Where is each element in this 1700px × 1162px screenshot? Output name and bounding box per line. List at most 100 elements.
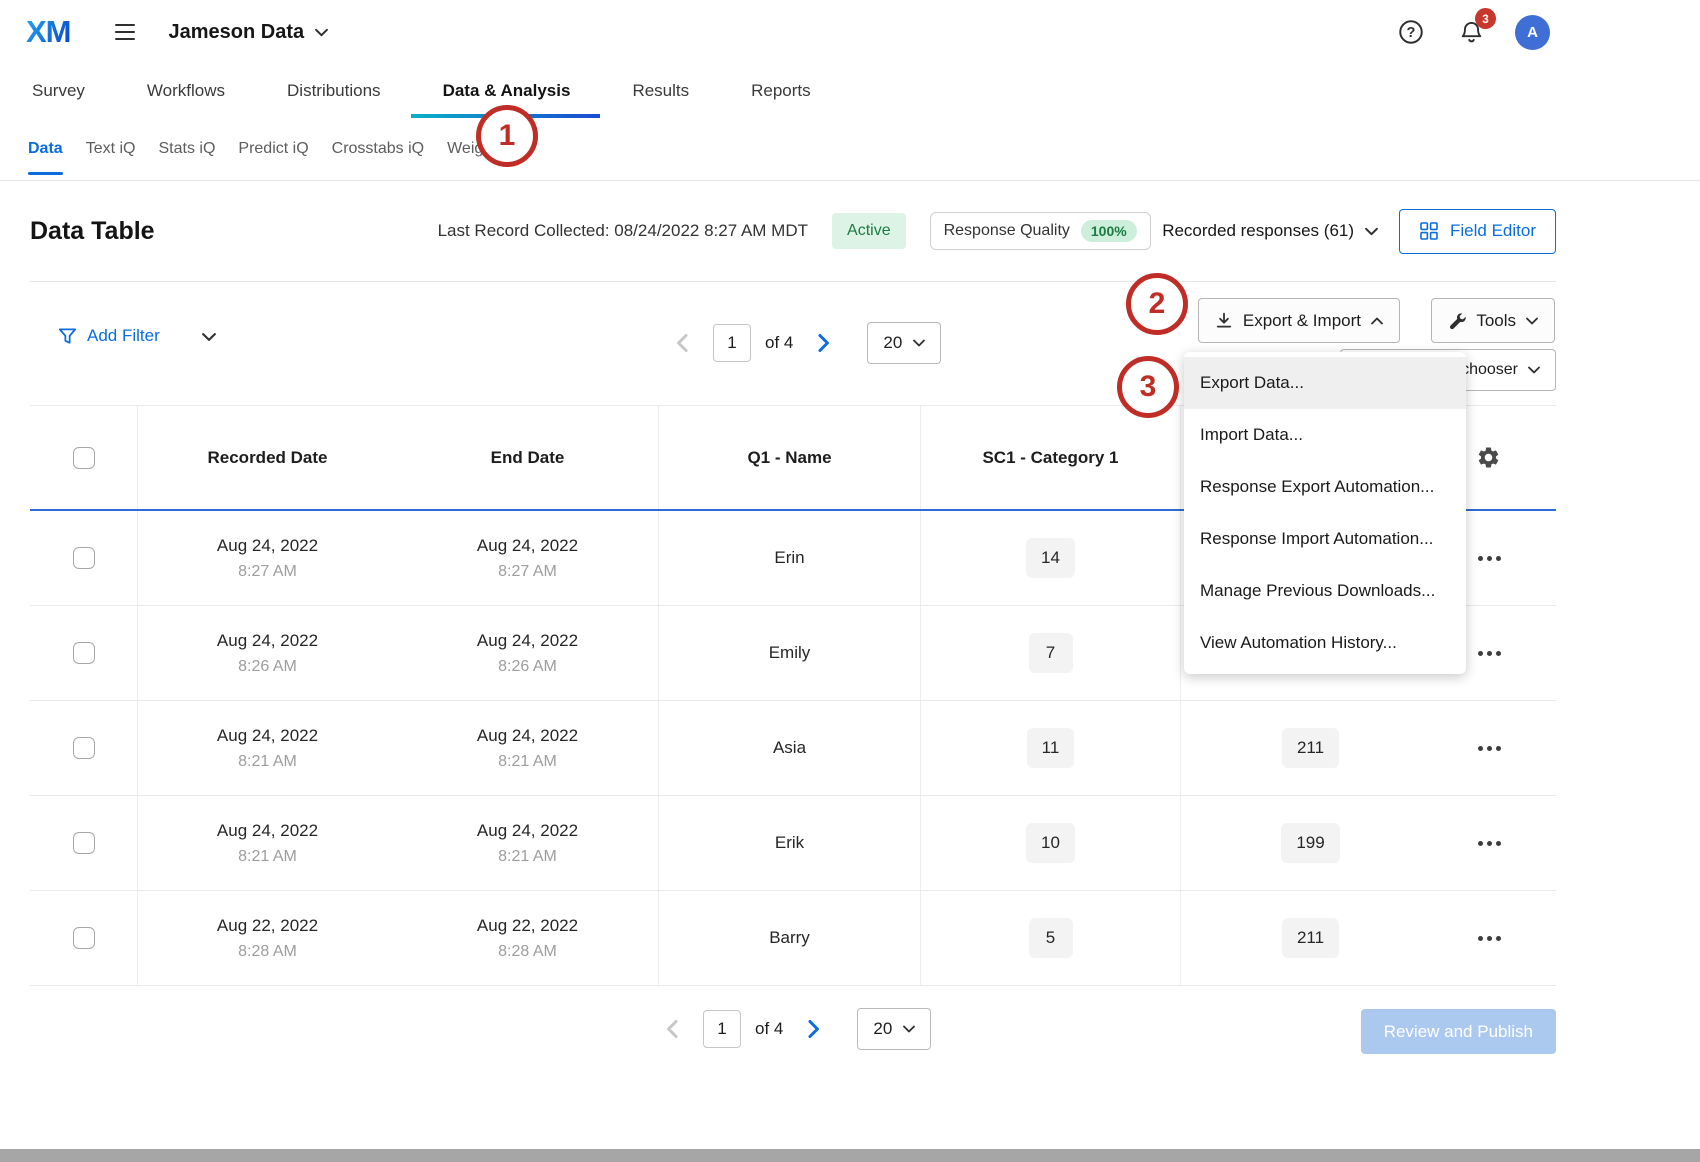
q1-name-value: Asia: [773, 738, 806, 758]
table-row: Aug 24, 2022 8:21 AM Aug 24, 2022 8:21 A…: [30, 796, 1556, 891]
tab-reports[interactable]: Reports: [751, 64, 811, 118]
chevron-down-icon: [315, 28, 328, 37]
tab-results[interactable]: Results: [632, 64, 689, 118]
column-header-sc1-category1: SC1 - Category 1: [982, 448, 1118, 468]
row-checkbox[interactable]: [73, 832, 95, 854]
end-time: 8:26 AM: [498, 658, 557, 676]
menu-item-manage-previous-downloads[interactable]: Manage Previous Downloads...: [1184, 565, 1466, 617]
page-size-value: 20: [883, 333, 902, 353]
subtab-data[interactable]: Data: [28, 118, 63, 180]
app-window: XM Jameson Data ?: [0, 0, 1700, 1162]
column-header-recorded-date: Recorded Date: [208, 448, 328, 468]
next-page-button[interactable]: [807, 326, 841, 360]
sub-nav: Data Text iQ Stats iQ Predict iQ Crossta…: [0, 118, 1700, 181]
row-actions-button[interactable]: [1476, 550, 1503, 567]
table-settings-button[interactable]: [1476, 445, 1501, 470]
menu-item-view-automation-history[interactable]: View Automation History...: [1184, 617, 1466, 669]
main-nav: Survey Workflows Distributions Data & An…: [0, 64, 1700, 118]
page-count-label: of 4: [755, 1019, 783, 1039]
recorded-time: 8:21 AM: [238, 753, 297, 771]
q1-name-value: Erik: [775, 833, 804, 853]
page-size-select[interactable]: 20: [857, 1008, 931, 1050]
chevron-down-icon: [903, 1025, 915, 1033]
subtab-crosstabs-iq[interactable]: Crosstabs iQ: [332, 118, 424, 180]
row-checkbox[interactable]: [73, 927, 95, 949]
sc1-category1-value: 14: [1026, 538, 1075, 578]
recorded-date: Aug 24, 2022: [217, 631, 318, 651]
sc1-category1-value: 10: [1026, 823, 1075, 863]
status-badge[interactable]: Active: [832, 213, 906, 249]
recorded-time: 8:28 AM: [238, 943, 297, 961]
page-number-input[interactable]: 1: [703, 1010, 741, 1048]
tools-button[interactable]: Tools: [1431, 298, 1555, 343]
annotation-step-1: 1: [476, 105, 538, 167]
page-header-actions: Recorded responses (61) Field Editor: [1162, 209, 1556, 254]
next-page-button[interactable]: [797, 1012, 831, 1046]
help-button[interactable]: ?: [1395, 16, 1427, 48]
q1-name-value: Erin: [774, 548, 804, 568]
last-record-collected: Last Record Collected: 08/24/2022 8:27 A…: [438, 221, 808, 241]
menu-item-import-data[interactable]: Import Data...: [1184, 409, 1466, 461]
top-pagination: 1 of 4 20: [665, 322, 941, 364]
bottom-edge-bar: [0, 1149, 1700, 1162]
help-icon: ?: [1407, 25, 1416, 41]
row-checkbox[interactable]: [73, 737, 95, 759]
menu-item-response-export-automation[interactable]: Response Export Automation...: [1184, 461, 1466, 513]
hamburger-menu-icon[interactable]: [111, 20, 139, 45]
top-bar-actions: ? 3 A: [1395, 15, 1550, 50]
column-header-q1-name: Q1 - Name: [747, 448, 831, 468]
column-header-end-date: End Date: [491, 448, 565, 468]
q1-name-value: Barry: [769, 928, 810, 948]
recorded-responses-dropdown[interactable]: Recorded responses (61): [1162, 221, 1378, 241]
chevron-down-icon: [1365, 227, 1378, 236]
wrench-icon: [1448, 312, 1466, 330]
sc1-category1-value: 5: [1029, 918, 1073, 958]
bottom-pagination: 1 of 4 20: [655, 1008, 931, 1050]
export-import-button[interactable]: Export & Import: [1198, 298, 1400, 343]
subtab-predict-iq[interactable]: Predict iQ: [238, 118, 308, 180]
row-checkbox[interactable]: [73, 547, 95, 569]
row-checkbox[interactable]: [73, 642, 95, 664]
xm-logo[interactable]: XM: [26, 14, 71, 50]
chevron-down-icon: [1526, 317, 1538, 325]
tab-workflows[interactable]: Workflows: [147, 64, 225, 118]
filter-options-chevron[interactable]: [202, 332, 216, 342]
recorded-time: 8:26 AM: [238, 658, 297, 676]
subtab-stats-iq[interactable]: Stats iQ: [158, 118, 215, 180]
project-name: Jameson Data: [169, 21, 305, 44]
add-filter-button[interactable]: Add Filter: [58, 326, 160, 346]
end-date: Aug 24, 2022: [477, 821, 578, 841]
review-and-publish-button[interactable]: Review and Publish: [1361, 1009, 1556, 1054]
notifications-button[interactable]: 3: [1455, 16, 1487, 48]
page-size-select[interactable]: 20: [867, 322, 941, 364]
table-row: Aug 24, 2022 8:21 AM Aug 24, 2022 8:21 A…: [30, 701, 1556, 796]
menu-item-response-import-automation[interactable]: Response Import Automation...: [1184, 513, 1466, 565]
page-number-input[interactable]: 1: [713, 324, 751, 362]
row-actions-button[interactable]: [1476, 645, 1503, 662]
tab-survey[interactable]: Survey: [32, 64, 85, 118]
menu-item-export-data[interactable]: Export Data...: [1184, 357, 1466, 409]
subtab-text-iq[interactable]: Text iQ: [86, 118, 136, 180]
end-time: 8:21 AM: [498, 753, 557, 771]
export-import-label: Export & Import: [1243, 311, 1361, 331]
annotation-step-3: 3: [1117, 356, 1179, 418]
prev-page-button[interactable]: [655, 1012, 689, 1046]
select-all-checkbox[interactable]: [73, 447, 95, 469]
page-size-value: 20: [873, 1019, 892, 1039]
field-editor-button[interactable]: Field Editor: [1399, 209, 1556, 254]
response-quality-pill[interactable]: Response Quality 100%: [930, 212, 1151, 250]
sc1-category2-value: 199: [1281, 823, 1339, 863]
prev-page-button[interactable]: [665, 326, 699, 360]
end-time: 8:27 AM: [498, 563, 557, 581]
chevron-up-icon: [1371, 317, 1383, 325]
response-quality-label: Response Quality: [944, 222, 1070, 240]
chevron-down-icon: [913, 339, 925, 347]
row-actions-button[interactable]: [1476, 835, 1503, 852]
project-switcher[interactable]: Jameson Data: [169, 21, 329, 44]
row-actions-button[interactable]: [1476, 930, 1503, 947]
sc1-category2-value: 211: [1282, 728, 1339, 768]
tab-distributions[interactable]: Distributions: [287, 64, 381, 118]
avatar[interactable]: A: [1515, 15, 1550, 50]
page-header-status: Last Record Collected: 08/24/2022 8:27 A…: [438, 212, 1151, 250]
row-actions-button[interactable]: [1476, 740, 1503, 757]
